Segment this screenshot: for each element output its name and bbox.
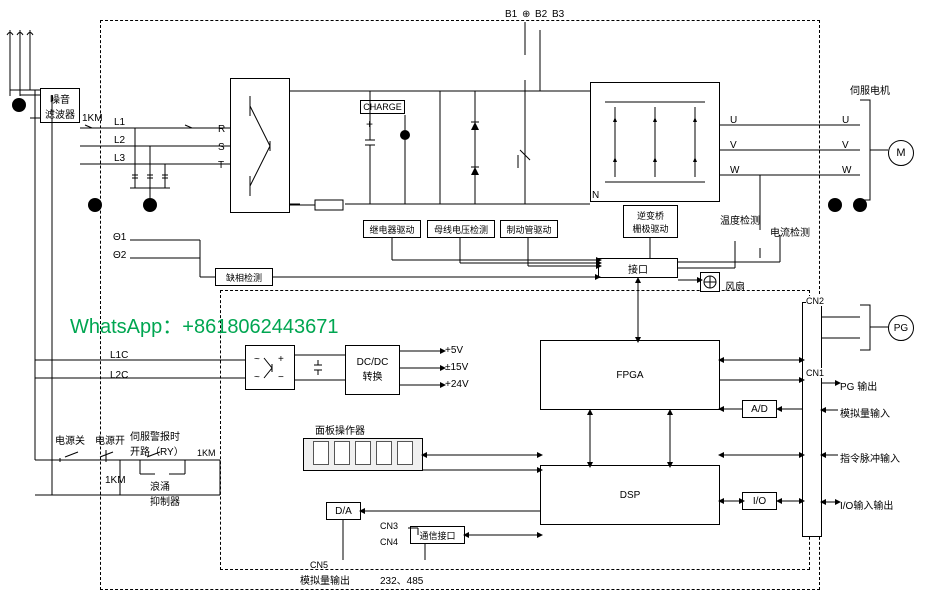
- power-on-label: 电源开: [95, 432, 125, 447]
- inverter-bridge-block: [590, 82, 720, 202]
- panel-op-label: 面板操作器: [315, 422, 365, 437]
- bus-voltage-block: 母线电压检测: [427, 220, 495, 238]
- v5-label: +5V: [445, 345, 463, 356]
- small-rectifier-icon: ~ ~ + −: [250, 350, 290, 385]
- brake-drive-block: 制动管驱动: [500, 220, 558, 238]
- noise-filter-block: 噪音 滤波器: [40, 88, 80, 123]
- v-out-label: V: [730, 140, 737, 151]
- cn5-label: CN5: [310, 560, 328, 570]
- b3-label: B3: [552, 9, 564, 20]
- servo-motor-label: 伺服电机: [850, 82, 890, 97]
- b-plus-label: ⊕: [522, 9, 530, 20]
- analog-out-label: 模拟量输出: [300, 572, 350, 587]
- rectifier-block: [230, 78, 290, 213]
- r-label: R: [218, 124, 225, 135]
- pg-output-label: PG 输出: [840, 378, 877, 393]
- power-off-label: 电源关: [55, 432, 85, 447]
- fpga-block: FPGA: [540, 340, 720, 410]
- panel-display: [303, 438, 423, 471]
- l1-label: L1: [114, 117, 125, 128]
- b2-label: B2: [535, 9, 547, 20]
- cmd-pulse-in-label: 指令脉冲输入: [840, 450, 900, 465]
- n2-label: N: [592, 190, 599, 201]
- digit-icon: [376, 441, 392, 465]
- motor-symbol: M: [888, 140, 914, 166]
- l1c-label: L1C: [110, 350, 128, 361]
- io-connector-block: [802, 302, 822, 537]
- cn2-label: CN2: [806, 296, 824, 306]
- fan-icon: [702, 274, 718, 290]
- igbt-icon: [595, 87, 715, 197]
- diode-bridge-icon: [235, 86, 285, 206]
- dsp-block: DSP: [540, 465, 720, 525]
- cn1-label: CN1: [806, 368, 824, 378]
- fan-block: [700, 272, 720, 292]
- da-block: D/A: [326, 502, 361, 520]
- v24-label: +24V: [445, 379, 469, 390]
- phase-loss-block: 缺相检测: [215, 268, 273, 286]
- digit-icon: [313, 441, 329, 465]
- digit-icon: [397, 441, 413, 465]
- theta2-label: Θ2: [113, 250, 126, 261]
- w-out-label: W: [730, 165, 739, 176]
- km1-bottom-label: 1KM: [197, 448, 216, 458]
- theta1-label: Θ1: [113, 232, 126, 243]
- cn4-label: CN4: [380, 537, 398, 547]
- svg-text:~: ~: [254, 372, 260, 383]
- w-motor-label: W: [842, 165, 851, 176]
- s-label: S: [218, 142, 225, 153]
- l2c-label: L2C: [110, 370, 128, 381]
- analog-in-label: 模拟量输入: [840, 405, 890, 420]
- svg-text:~: ~: [254, 354, 260, 365]
- watermark: WhatsApp：+8618062443671: [70, 310, 339, 339]
- control-rectifier-block: ~ ~ + −: [245, 345, 295, 390]
- interface-block: 接口: [598, 258, 678, 278]
- v-motor-label: V: [842, 140, 849, 151]
- comm-interface-block: 通信接口: [410, 526, 465, 544]
- servo-alarm-open-label: 伺服警报时 开路（RY）: [130, 428, 184, 458]
- svg-text:+: +: [278, 354, 284, 365]
- l3-label: L3: [114, 153, 125, 164]
- b1-label: B1: [505, 9, 517, 20]
- svg-text:−: −: [278, 372, 284, 383]
- dcdc-block: DC/DC 转换: [345, 345, 400, 395]
- u-out-label: U: [730, 115, 737, 126]
- km1-label-top: 1KM: [82, 113, 103, 124]
- pg-encoder-symbol: PG: [888, 315, 914, 341]
- fan-label: 风扇: [725, 278, 745, 293]
- io-in-out-label: I/O输入输出: [840, 497, 893, 512]
- surge-suppressor-label: 浪涌 抑制器: [150, 478, 180, 508]
- io-block: I/O: [742, 492, 777, 510]
- current-detect-label: 电流检测: [770, 224, 810, 239]
- v15-label: ±15V: [445, 362, 468, 373]
- relay-drive-block: 继电器驱动: [363, 220, 421, 238]
- temp-detect-label: 温度检测: [720, 212, 760, 227]
- charge-box: CHARGE: [360, 100, 405, 114]
- l2-label: L2: [114, 135, 125, 146]
- 232-485-label: 232、485: [380, 572, 423, 587]
- inverter-gate-drive-block: 逆变桥 栅极驱动: [623, 205, 678, 238]
- u-motor-label: U: [842, 115, 849, 126]
- t-label: T: [218, 160, 224, 171]
- cn3-label: CN3: [380, 521, 398, 531]
- km1-bottom2-label: 1KM: [105, 475, 126, 486]
- ad-block: A/D: [742, 400, 777, 418]
- digit-icon: [355, 441, 371, 465]
- digit-icon: [334, 441, 350, 465]
